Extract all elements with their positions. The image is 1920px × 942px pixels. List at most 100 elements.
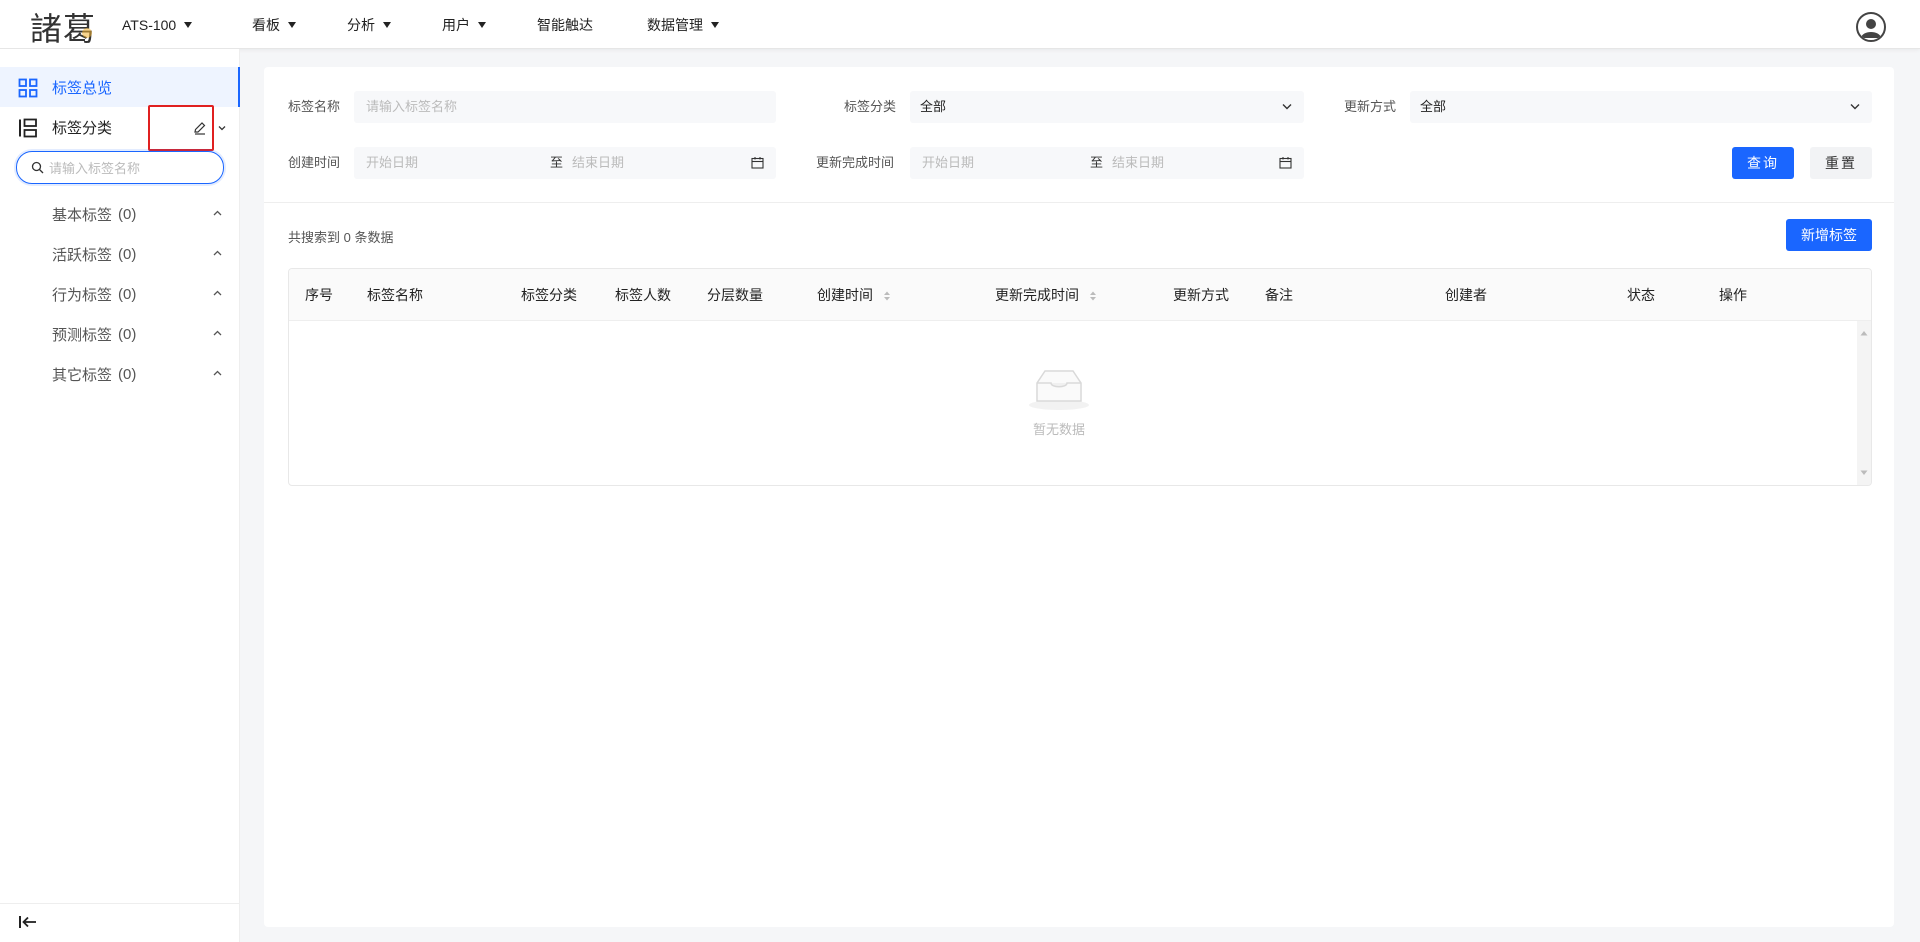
nav-data-management[interactable]: 数据管理	[647, 0, 719, 49]
nav-label: 用户	[442, 16, 470, 33]
nav-analysis[interactable]: 分析	[347, 0, 391, 49]
nav-label: 看板	[252, 16, 280, 33]
filter-label-created-time: 创建时间	[288, 155, 341, 170]
column-header-tag-users: 标签人数	[615, 287, 671, 303]
collapse-sidebar-icon[interactable]	[18, 914, 38, 930]
logo-accent-dot	[82, 28, 92, 38]
table-header: 序号 标签名称 标签分类 标签人数 分层数量 创建时间 更新完成时间 更新方式 …	[289, 269, 1871, 321]
chevron-up-icon[interactable]	[213, 250, 222, 256]
start-date-placeholder: 开始日期	[366, 155, 419, 170]
caret-down-icon	[383, 21, 391, 28]
tree-item-count: (0)	[118, 285, 137, 303]
tree-item-other-tags[interactable]: 其它标签 (0)	[52, 359, 232, 389]
brand-logo[interactable]: 諸葛	[30, 4, 96, 50]
created-date-range[interactable]: 开始日期 至 结束日期	[354, 147, 776, 179]
nav-label: 智能触达	[537, 16, 593, 33]
filter-divider	[264, 202, 1894, 203]
column-header-remark: 备注	[1265, 287, 1293, 303]
caret-down-icon	[711, 21, 719, 28]
chevron-up-icon[interactable]	[213, 210, 222, 216]
column-header-tag-name: 标签名称	[367, 287, 423, 303]
nav-label: ATS-100	[122, 16, 177, 33]
nav-dashboard[interactable]: 看板	[252, 0, 296, 49]
empty-state-text: 暂无数据	[1032, 422, 1085, 437]
chevron-up-icon[interactable]	[213, 330, 222, 336]
sidebar-divider	[0, 903, 240, 904]
main-panel: 标签名称 请输入标签名称 标签分类 全部 更新方式 全部 创建时间 开始日期 至…	[264, 67, 1894, 927]
caret-down-icon	[184, 21, 193, 28]
user-avatar-icon[interactable]	[1856, 12, 1886, 42]
column-header-status: 状态	[1627, 287, 1655, 303]
search-icon	[31, 161, 44, 174]
column-header-update-mode: 更新方式	[1173, 287, 1229, 303]
tree-item-active-tags[interactable]: 活跃标签 (0)	[52, 239, 232, 269]
filter-label-tag-category: 标签分类	[844, 99, 897, 114]
sidebar: 标签总览 标签分类 基本标签(0) 活跃标签(0) 行为标签(0) 预测	[0, 49, 240, 942]
tree-item-count: (0)	[118, 245, 137, 263]
completed-date-range[interactable]: 开始日期 至 结束日期	[910, 147, 1304, 179]
sort-icon[interactable]	[883, 290, 891, 302]
chevron-up-icon[interactable]	[213, 370, 222, 376]
scroll-down-arrow-icon[interactable]	[1860, 470, 1868, 476]
sort-icon[interactable]	[1089, 290, 1097, 302]
chevron-down-icon[interactable]	[218, 124, 226, 132]
grid-icon	[18, 78, 38, 98]
filter-label-tag-name: 标签名称	[288, 99, 341, 114]
column-header-completed-time[interactable]: 更新完成时间	[995, 269, 1079, 321]
column-header-index: 序号	[305, 287, 333, 303]
nav-smart-reach[interactable]: 智能触达	[537, 0, 593, 49]
tree-item-label: 基本标签	[52, 206, 113, 224]
range-separator: 至	[1090, 155, 1104, 170]
sidebar-item-label: 标签分类	[52, 119, 113, 137]
scroll-up-arrow-icon[interactable]	[1860, 330, 1868, 336]
end-date-placeholder: 结束日期	[572, 155, 625, 170]
nav-label: 分析	[347, 16, 375, 33]
select-value: 全部	[920, 99, 947, 114]
range-separator: 至	[550, 155, 564, 170]
column-header-layer-count: 分层数量	[707, 287, 763, 303]
tree-item-count: (0)	[118, 365, 137, 383]
tree-item-label: 活跃标签	[52, 246, 113, 264]
edit-pencil-icon[interactable]	[193, 121, 207, 135]
tree-item-label: 行为标签	[52, 286, 113, 304]
calendar-icon	[1279, 157, 1292, 169]
category-search-box[interactable]	[16, 151, 224, 184]
calendar-icon	[751, 157, 764, 169]
end-date-placeholder: 结束日期	[1112, 155, 1165, 170]
list-blocks-icon	[19, 118, 37, 138]
tree-item-label: 预测标签	[52, 326, 113, 344]
chevron-down-icon	[1850, 104, 1860, 110]
query-button[interactable]: 查询	[1732, 147, 1794, 179]
sidebar-item-tag-overview[interactable]: 标签总览	[0, 67, 240, 107]
tree-item-basic-tags[interactable]: 基本标签 (0)	[52, 199, 232, 229]
empty-inbox-icon	[1029, 370, 1089, 410]
column-header-creator: 创建者	[1445, 287, 1487, 303]
tag-table: 序号 标签名称 标签分类 标签人数 分层数量 创建时间 更新完成时间 更新方式 …	[288, 268, 1872, 486]
tree-item-label: 其它标签	[52, 366, 113, 384]
column-header-tag-category: 标签分类	[521, 287, 577, 303]
nav-users[interactable]: 用户	[442, 0, 486, 49]
tree-item-prediction-tags[interactable]: 预测标签 (0)	[52, 319, 232, 349]
start-date-placeholder: 开始日期	[922, 155, 975, 170]
top-navbar: 諸葛 ATS-100 看板 分析 用户 智能触达 数据管理	[0, 0, 1920, 49]
tag-category-select[interactable]: 全部	[910, 91, 1304, 123]
chevron-up-icon[interactable]	[213, 290, 222, 296]
filter-label-completed-time: 更新完成时间	[816, 155, 895, 170]
table-scrollbar[interactable]	[1857, 321, 1871, 485]
column-header-actions: 操作	[1719, 287, 1747, 303]
update-mode-select[interactable]: 全部	[1410, 91, 1872, 123]
result-count-text: 共搜索到 0 条数据	[288, 230, 394, 245]
caret-down-icon	[288, 21, 296, 28]
add-tag-button[interactable]: 新增标签	[1786, 219, 1872, 251]
column-header-created-time[interactable]: 创建时间	[817, 269, 873, 321]
tree-item-behavior-tags[interactable]: 行为标签 (0)	[52, 279, 232, 309]
tag-name-input[interactable]: 请输入标签名称	[354, 91, 776, 123]
chevron-down-icon	[1282, 104, 1292, 110]
category-search-input[interactable]	[49, 158, 217, 178]
nav-project-selector[interactable]: ATS-100	[122, 0, 193, 49]
reset-button[interactable]: 重置	[1810, 147, 1872, 179]
nav-label: 数据管理	[647, 16, 703, 33]
filter-label-update-mode: 更新方式	[1344, 99, 1397, 114]
caret-down-icon	[478, 21, 486, 28]
tree-item-count: (0)	[118, 205, 137, 223]
